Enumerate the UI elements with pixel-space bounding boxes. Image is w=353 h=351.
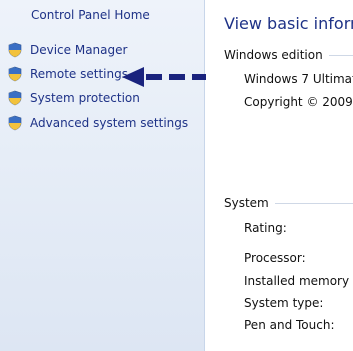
windows-edition-heading: Windows edition xyxy=(224,47,353,63)
copyright-text: Copyright © 2009 M xyxy=(244,95,353,109)
pen-touch-label: Pen and Touch: xyxy=(244,318,335,332)
rating-label: Rating: xyxy=(244,221,287,235)
group-heading-text: Windows edition xyxy=(224,48,323,62)
main-content: View basic informa Windows edition Windo… xyxy=(206,0,353,351)
nav-item-remote-settings[interactable]: Remote settings xyxy=(7,65,128,83)
nav-item-label: Advanced system settings xyxy=(30,116,189,130)
windows-edition-name: Windows 7 Ultimate xyxy=(244,72,353,86)
group-divider xyxy=(274,202,353,204)
group-divider xyxy=(328,54,353,56)
annotation-arrow-icon xyxy=(122,67,208,87)
nav-item-label: Remote settings xyxy=(30,67,128,81)
nav-item-label: Device Manager xyxy=(30,43,128,57)
uac-shield-icon xyxy=(7,42,23,58)
uac-shield-icon xyxy=(7,115,23,131)
nav-item-device-manager[interactable]: Device Manager xyxy=(7,41,127,59)
nav-item-advanced-system-settings[interactable]: Advanced system settings xyxy=(7,114,188,132)
group-heading-text: System xyxy=(224,196,269,210)
left-nav-pane: Control Panel Home Device Manager Remote… xyxy=(0,0,205,351)
system-type-label: System type: xyxy=(244,296,324,310)
uac-shield-icon xyxy=(7,90,23,106)
nav-item-label: System protection xyxy=(30,91,140,105)
system-control-panel: Control Panel Home Device Manager Remote… xyxy=(0,0,353,351)
system-heading: System xyxy=(224,195,353,211)
control-panel-home-link[interactable]: Control Panel Home xyxy=(31,8,150,22)
installed-memory-label: Installed memory (RA xyxy=(244,274,353,288)
page-title: View basic informa xyxy=(224,14,353,33)
nav-item-system-protection[interactable]: System protection xyxy=(7,89,140,107)
uac-shield-icon xyxy=(7,66,23,82)
processor-label: Processor: xyxy=(244,251,306,265)
